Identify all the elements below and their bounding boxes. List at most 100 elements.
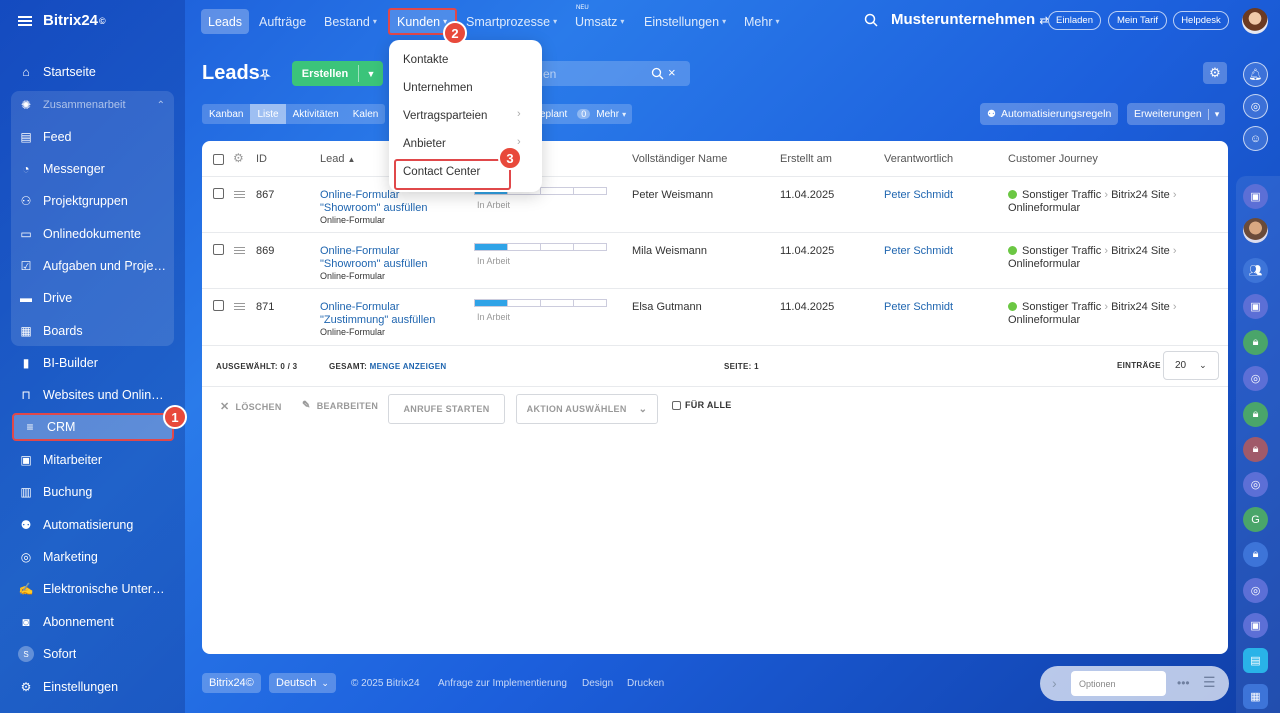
column-header-journey[interactable]: Customer Journey — [1008, 153, 1098, 165]
sidebar-item-marketing[interactable]: ◎ Marketing — [10, 543, 175, 571]
responsible-link[interactable]: Peter Schmidt — [884, 301, 953, 313]
drag-handle-icon[interactable] — [234, 247, 245, 254]
column-header-created[interactable]: Erstellt am — [780, 153, 832, 165]
sidebar-item-drive[interactable]: ▬ Drive — [10, 284, 175, 312]
tab-smartprozesse[interactable]: Smartprozesse ▾ — [459, 9, 564, 34]
view-more[interactable]: Mehr — [596, 109, 619, 120]
sidebar-item-sofort[interactable]: S Sofort — [10, 640, 175, 668]
menu-item-vertragsparteien[interactable]: Vertragsparteien — [403, 110, 487, 122]
g-chat-icon[interactable]: G — [1243, 507, 1268, 532]
contact-avatar[interactable] — [1243, 218, 1268, 243]
openlines-icon[interactable]: ◎ — [1243, 366, 1268, 391]
sidebar-item-abonnement[interactable]: ◙ Abonnement — [10, 608, 175, 636]
sidebar-item-einstellungen[interactable]: ⚙ Einstellungen — [10, 673, 175, 701]
footer-brand[interactable]: Bitrix24© — [202, 673, 261, 693]
sidebar-item-onlinedokumente[interactable]: ▭ Onlinedokumente — [10, 220, 175, 248]
openlines-icon[interactable]: ◎ — [1243, 578, 1268, 603]
chevron-right-icon[interactable]: › — [1052, 675, 1057, 691]
sidebar-item-startseite[interactable]: ⌂ Startseite — [10, 58, 175, 86]
openlines-icon[interactable]: ◎ — [1243, 472, 1268, 497]
implementation-link[interactable]: Anfrage zur Implementierung — [438, 678, 567, 689]
start-calls-button[interactable]: ANRUFE STARTEN — [388, 394, 505, 424]
tab-mehr[interactable]: Mehr ▾ — [737, 9, 787, 34]
lead-title-link[interactable]: Online-Formular "Zustimmung" ausfüllen — [320, 301, 435, 327]
company-name[interactable]: Musterunternehmen ⇄ — [891, 11, 1049, 28]
menu-item-unternehmen[interactable]: Unternehmen — [403, 82, 473, 94]
chat-item-icon[interactable]: ▣ — [1243, 184, 1268, 209]
copilot-icon[interactable]: ◎ — [1243, 94, 1268, 119]
settings-gear-icon[interactable]: ⚙ — [1203, 62, 1227, 84]
automation-rules-button[interactable]: ⚉ Automatisierungsregeln — [980, 103, 1119, 125]
select-action-dropdown[interactable]: AKTION AUSWÄHLEN ⌄ — [516, 394, 658, 424]
for-all-checkbox[interactable]: FÜR ALLE — [672, 400, 732, 410]
sidebar-item-crm[interactable]: ≡ CRM — [12, 413, 174, 441]
sidebar-item-projektgruppen[interactable]: ⚇ Projektgruppen — [10, 187, 175, 215]
row-checkbox[interactable] — [213, 188, 224, 199]
lock-icon[interactable]: 🔒︎ — [1243, 330, 1268, 355]
create-button[interactable]: Erstellen ▼ — [292, 61, 383, 86]
bell-icon[interactable]: 🔔︎ — [1243, 62, 1268, 87]
sidebar-item-mitarbeiter[interactable]: ▣ Mitarbeiter — [10, 446, 175, 474]
close-icon[interactable]: × — [668, 65, 676, 80]
drag-handle-icon[interactable] — [234, 303, 245, 310]
chat-item-icon[interactable]: ▣ — [1243, 613, 1268, 638]
column-header-lead[interactable]: Lead ▲ — [320, 153, 355, 165]
responsible-link[interactable]: Peter Schmidt — [884, 245, 953, 257]
sidebar-item-boards[interactable]: ▦ Boards — [10, 317, 175, 345]
delete-action[interactable]: ✕ LÖSCHEN — [220, 400, 282, 413]
lead-title-link[interactable]: Online-Formular "Showroom" ausfüllen — [320, 189, 427, 215]
sidebar-item-zusammenarbeit[interactable]: ✺ Zusammenarbeit ⌃ — [10, 91, 175, 119]
sidebar-item-aufgaben-und-projek[interactable]: ☑ Aufgaben und Projek... — [10, 252, 175, 280]
brand-logo[interactable]: Bitrix24 © — [18, 12, 106, 29]
menu-icon[interactable] — [18, 15, 32, 26]
contact-card-icon[interactable]: ▦ — [1243, 684, 1268, 709]
search-icon[interactable] — [651, 67, 664, 80]
edit-action[interactable]: ✎ BEARBEITEN — [302, 400, 378, 411]
view-aktivitaeten[interactable]: Aktivitäten — [286, 104, 346, 124]
stage-progress-bar[interactable] — [474, 299, 607, 307]
print-link[interactable]: Drucken — [627, 678, 664, 689]
chevron-down-icon[interactable]: ▾ — [1207, 108, 1226, 120]
tab-auftraege[interactable]: Aufträge — [252, 9, 313, 34]
list-icon[interactable]: ☰ — [1203, 674, 1216, 691]
messages-icon[interactable]: ▤ — [1243, 648, 1268, 673]
pin-icon[interactable] — [259, 69, 271, 81]
helpdesk-button[interactable]: Helpdesk — [1173, 11, 1229, 30]
menu-item-anbieter[interactable]: Anbieter — [403, 138, 446, 150]
tab-einstellungen[interactable]: Einstellungen ▾ — [637, 9, 733, 34]
show-total-link[interactable]: MENGE ANZEIGEN — [370, 362, 447, 371]
drag-handle-icon[interactable] — [234, 191, 245, 198]
view-kanban[interactable]: Kanban — [202, 104, 250, 124]
chevron-down-icon[interactable]: ▼ — [359, 69, 383, 79]
sidebar-item-automatisierung[interactable]: ⚉ Automatisierung — [10, 511, 175, 539]
lock-icon[interactable]: 🔒︎ — [1243, 437, 1268, 462]
search-icon[interactable] — [864, 13, 878, 27]
group-avatar[interactable]: 👥︎ — [1243, 258, 1268, 283]
more-dots-icon[interactable]: ••• — [1177, 676, 1190, 690]
tab-bestand[interactable]: Bestand ▾ — [317, 9, 384, 34]
sidebar-item-messenger[interactable]: ◔ Messenger — [10, 155, 175, 183]
lead-title-link[interactable]: Online-Formular "Showroom" ausfüllen — [320, 245, 427, 271]
entries-per-page-select[interactable]: 20 ⌄ — [1163, 351, 1219, 380]
extensions-button[interactable]: Erweiterungen ▾ — [1127, 103, 1226, 125]
invite-button[interactable]: Einladen — [1048, 11, 1101, 30]
design-link[interactable]: Design — [582, 678, 613, 689]
sidebar-item-bi-builder[interactable]: ▮ BI-Builder — [10, 349, 175, 377]
view-kalender[interactable]: Kalen — [346, 104, 386, 124]
lock-icon[interactable]: 🔒︎ — [1243, 542, 1268, 567]
sidebar-item-elektronische-untersc[interactable]: ✍ Elektronische Untersc... — [10, 575, 175, 603]
view-extra[interactable]: eplant 0 Mehr ▾ — [540, 104, 633, 124]
row-checkbox[interactable] — [213, 244, 224, 255]
sidebar-item-buchung[interactable]: ▥ Buchung — [10, 478, 175, 506]
tab-umsatz[interactable]: Umsatz ▾ — [568, 9, 631, 34]
my-plan-button[interactable]: Mein Tarif — [1108, 11, 1167, 30]
menu-item-contact-center[interactable]: Contact Center — [403, 166, 480, 178]
column-header-responsible[interactable]: Verantwortlich — [884, 153, 953, 165]
lock-icon[interactable]: 🔒︎ — [1243, 402, 1268, 427]
language-select[interactable]: Deutsch ⌄ — [269, 673, 336, 693]
table-settings-gear-icon[interactable]: ⚙ — [233, 151, 244, 165]
column-header-id[interactable]: ID — [256, 153, 267, 165]
sidebar-item-feed[interactable]: ▤ Feed — [10, 123, 175, 151]
responsible-link[interactable]: Peter Schmidt — [884, 189, 953, 201]
stage-progress-bar[interactable] — [474, 243, 607, 251]
